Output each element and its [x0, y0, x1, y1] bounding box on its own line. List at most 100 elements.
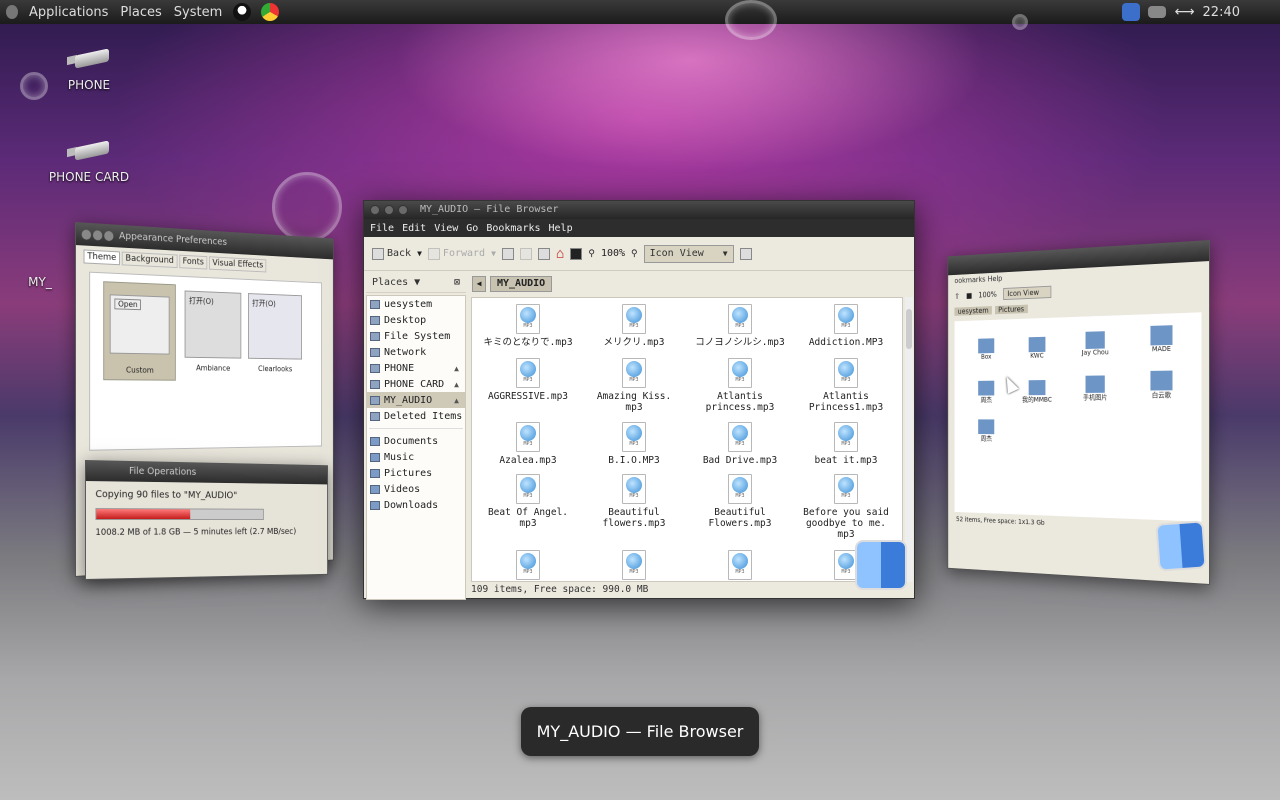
chrome-icon[interactable] — [261, 3, 280, 21]
sidebar-item-phone-card[interactable]: PHONE CARD ▲ — [367, 376, 465, 392]
path-crumb[interactable]: uesystem — [954, 306, 992, 316]
sidebar-item-pictures[interactable]: Pictures — [367, 465, 465, 481]
file-item[interactable]: MP3 Beat Of Angel. mp3 — [478, 474, 578, 529]
file-item[interactable]: MP3 — [690, 550, 790, 581]
file-item[interactable]: MP3 Bad Drive.mp3 — [690, 422, 790, 466]
folder-item[interactable]: 我的MMBC — [1012, 380, 1062, 405]
clock[interactable]: 22:40 — [1203, 5, 1240, 20]
sidebar-item-network[interactable]: Network — [367, 344, 465, 360]
close-icon[interactable] — [370, 205, 380, 215]
finder-tray-icon[interactable] — [1122, 3, 1141, 21]
menu-file[interactable]: File — [370, 223, 394, 234]
close-sidebar-icon[interactable]: ⊠ — [454, 277, 460, 288]
folder-item[interactable]: Jay Chou — [1069, 331, 1121, 357]
battery-icon[interactable] — [1148, 6, 1167, 18]
zoom-in-icon[interactable]: ⚲ — [631, 249, 638, 259]
reload-icon[interactable] — [537, 247, 550, 260]
menu-help[interactable]: Help — [549, 223, 573, 234]
back-dropdown-icon[interactable]: ▼ — [417, 249, 422, 258]
eject-icon[interactable]: ▲ — [454, 396, 459, 405]
file-item[interactable]: MP3 Beautiful Flowers.mp3 — [690, 474, 790, 529]
tab-theme[interactable]: Theme — [83, 249, 120, 266]
minimize-icon[interactable] — [92, 230, 103, 241]
forward-dropdown-icon[interactable]: ▼ — [491, 249, 496, 258]
foot-icon[interactable] — [6, 5, 18, 19]
file-item[interactable]: MP3 AGGRESSIVE.mp3 — [478, 358, 578, 402]
zoom-out-icon[interactable]: ⚲ — [588, 249, 595, 259]
path-crumb[interactable]: Pictures — [995, 304, 1028, 315]
file-item[interactable]: MP3 Beautiful flowers.mp3 — [584, 474, 684, 529]
scrollbar-thumb[interactable] — [906, 309, 912, 349]
applications-menu[interactable]: Applications — [28, 5, 109, 20]
sidebar-item-uesystem[interactable]: uesystem — [367, 296, 465, 312]
file-item[interactable]: MP3 キミのとなりで.mp3 — [478, 304, 578, 348]
theme-custom[interactable]: Open Custom — [103, 281, 176, 381]
file-item[interactable]: MP3 — [478, 550, 578, 581]
file-item[interactable]: MP3 コノヨノシルシ.mp3 — [690, 304, 790, 348]
file-browser-window[interactable]: MY_AUDIO — File Browser File Edit View G… — [363, 200, 915, 600]
file-item[interactable]: MP3 Amazing Kiss. mp3 — [584, 358, 684, 413]
file-item[interactable]: MP3 Addiction.MP3 — [796, 304, 896, 348]
maximize-icon[interactable] — [398, 205, 408, 215]
tab-fonts[interactable]: Fonts — [179, 254, 208, 270]
file-item[interactable]: MP3 メリクリ.mp3 — [584, 304, 684, 348]
sidebar-item-music[interactable]: Music — [367, 449, 465, 465]
file-item[interactable]: MP3 Atlantis princess.mp3 — [690, 358, 790, 413]
stop-icon[interactable] — [519, 247, 532, 260]
up-arrow-icon[interactable]: ⇧ — [954, 292, 959, 300]
forward-button[interactable]: Forward — [427, 247, 485, 260]
zoom-level[interactable]: 100% — [601, 248, 625, 259]
home-icon[interactable]: ⌂ — [556, 246, 564, 262]
file-item[interactable]: MP3 Atlantis Princess1.mp3 — [796, 358, 896, 413]
folder-area[interactable]: Box KWC Jay Chou MADE 周杰 我的MMBC 手机图片 白云歌… — [954, 312, 1202, 522]
folder-item[interactable]: 手机图片 — [1069, 375, 1121, 402]
file-item[interactable]: MP3 Before you said goodbye to me. mp3 — [796, 474, 896, 540]
tab-visual-effects[interactable]: Visual Effects — [208, 256, 267, 273]
finder-icon[interactable] — [855, 540, 907, 590]
toggle-location-icon[interactable] — [501, 247, 514, 260]
file-item[interactable]: MP3 — [584, 550, 684, 581]
menu-edit[interactable]: Edit — [402, 223, 426, 234]
file-icon-view[interactable]: MP3 キミのとなりで.mp3 MP3 メリクリ.mp3 MP3 コノヨノシルシ.mp3 M… — [471, 297, 903, 582]
back-button[interactable]: Back — [372, 247, 411, 260]
network-arrows-icon[interactable]: ⟷ — [1174, 4, 1194, 20]
theme-list[interactable]: Open Custom 打开(O) Ambiance 打开(O) Clearlo… — [89, 271, 322, 451]
tab-background[interactable]: Background — [121, 251, 178, 269]
vertical-scrollbar[interactable] — [905, 297, 913, 582]
file-item[interactable]: MP3 beat it.mp3 — [796, 422, 896, 466]
system-menu[interactable]: System — [173, 5, 223, 20]
sidebar-item-file-system[interactable]: File System — [367, 328, 465, 344]
menu-go[interactable]: Go — [466, 223, 478, 234]
eject-icon[interactable]: ▲ — [454, 380, 459, 389]
sidebar-item-phone[interactable]: PHONE ▲ — [367, 360, 465, 376]
file-item[interactable]: MP3 B.I.O.MP3 — [584, 422, 684, 466]
sidebar-item-desktop[interactable]: Desktop — [367, 312, 465, 328]
maximize-icon[interactable] — [104, 230, 114, 242]
minimize-icon[interactable] — [384, 205, 394, 215]
search-icon[interactable] — [739, 247, 752, 260]
view-selector[interactable]: Icon View ▼ — [643, 244, 734, 263]
finder-icon[interactable] — [1155, 520, 1207, 572]
computer-icon[interactable]: ■ — [966, 291, 972, 299]
qq-penguin-icon[interactable] — [233, 3, 252, 21]
desktop-icon-phone[interactable]: PHONE — [34, 48, 144, 92]
menu-bookmarks[interactable]: Bookmarks — [486, 223, 540, 234]
places-selector[interactable]: Places ▼ — [372, 277, 420, 288]
view-selector[interactable]: Icon View — [1003, 285, 1052, 301]
computer-icon[interactable] — [570, 247, 583, 260]
sidebar-item-my-audio[interactable]: MY_AUDIO ▲ — [367, 392, 465, 408]
eject-icon[interactable]: ▲ — [454, 364, 459, 373]
folder-item[interactable]: Box — [962, 338, 1010, 361]
window-titlebar[interactable]: MY_AUDIO — File Browser — [364, 201, 914, 219]
sidebar-item-downloads[interactable]: Downloads — [367, 497, 465, 513]
path-back-arrow-icon[interactable]: ◀ — [472, 276, 486, 292]
file-item[interactable]: MP3 Azalea.mp3 — [478, 422, 578, 466]
sidebar-item-videos[interactable]: Videos — [367, 481, 465, 497]
file-operations-window[interactable]: File Operations Copying 90 files to "MY_… — [85, 460, 328, 580]
theme-ambiance[interactable]: 打开(O) Ambiance — [184, 285, 242, 381]
theme-clearlooks[interactable]: 打开(O) Clearlooks — [247, 287, 303, 381]
places-menu[interactable]: Places — [119, 5, 162, 20]
folder-item[interactable]: MADE — [1134, 325, 1189, 354]
desktop-icon-phone-card[interactable]: PHONE CARD — [34, 140, 144, 184]
desktop-icon-my-audio[interactable]: MY_ — [10, 275, 70, 289]
